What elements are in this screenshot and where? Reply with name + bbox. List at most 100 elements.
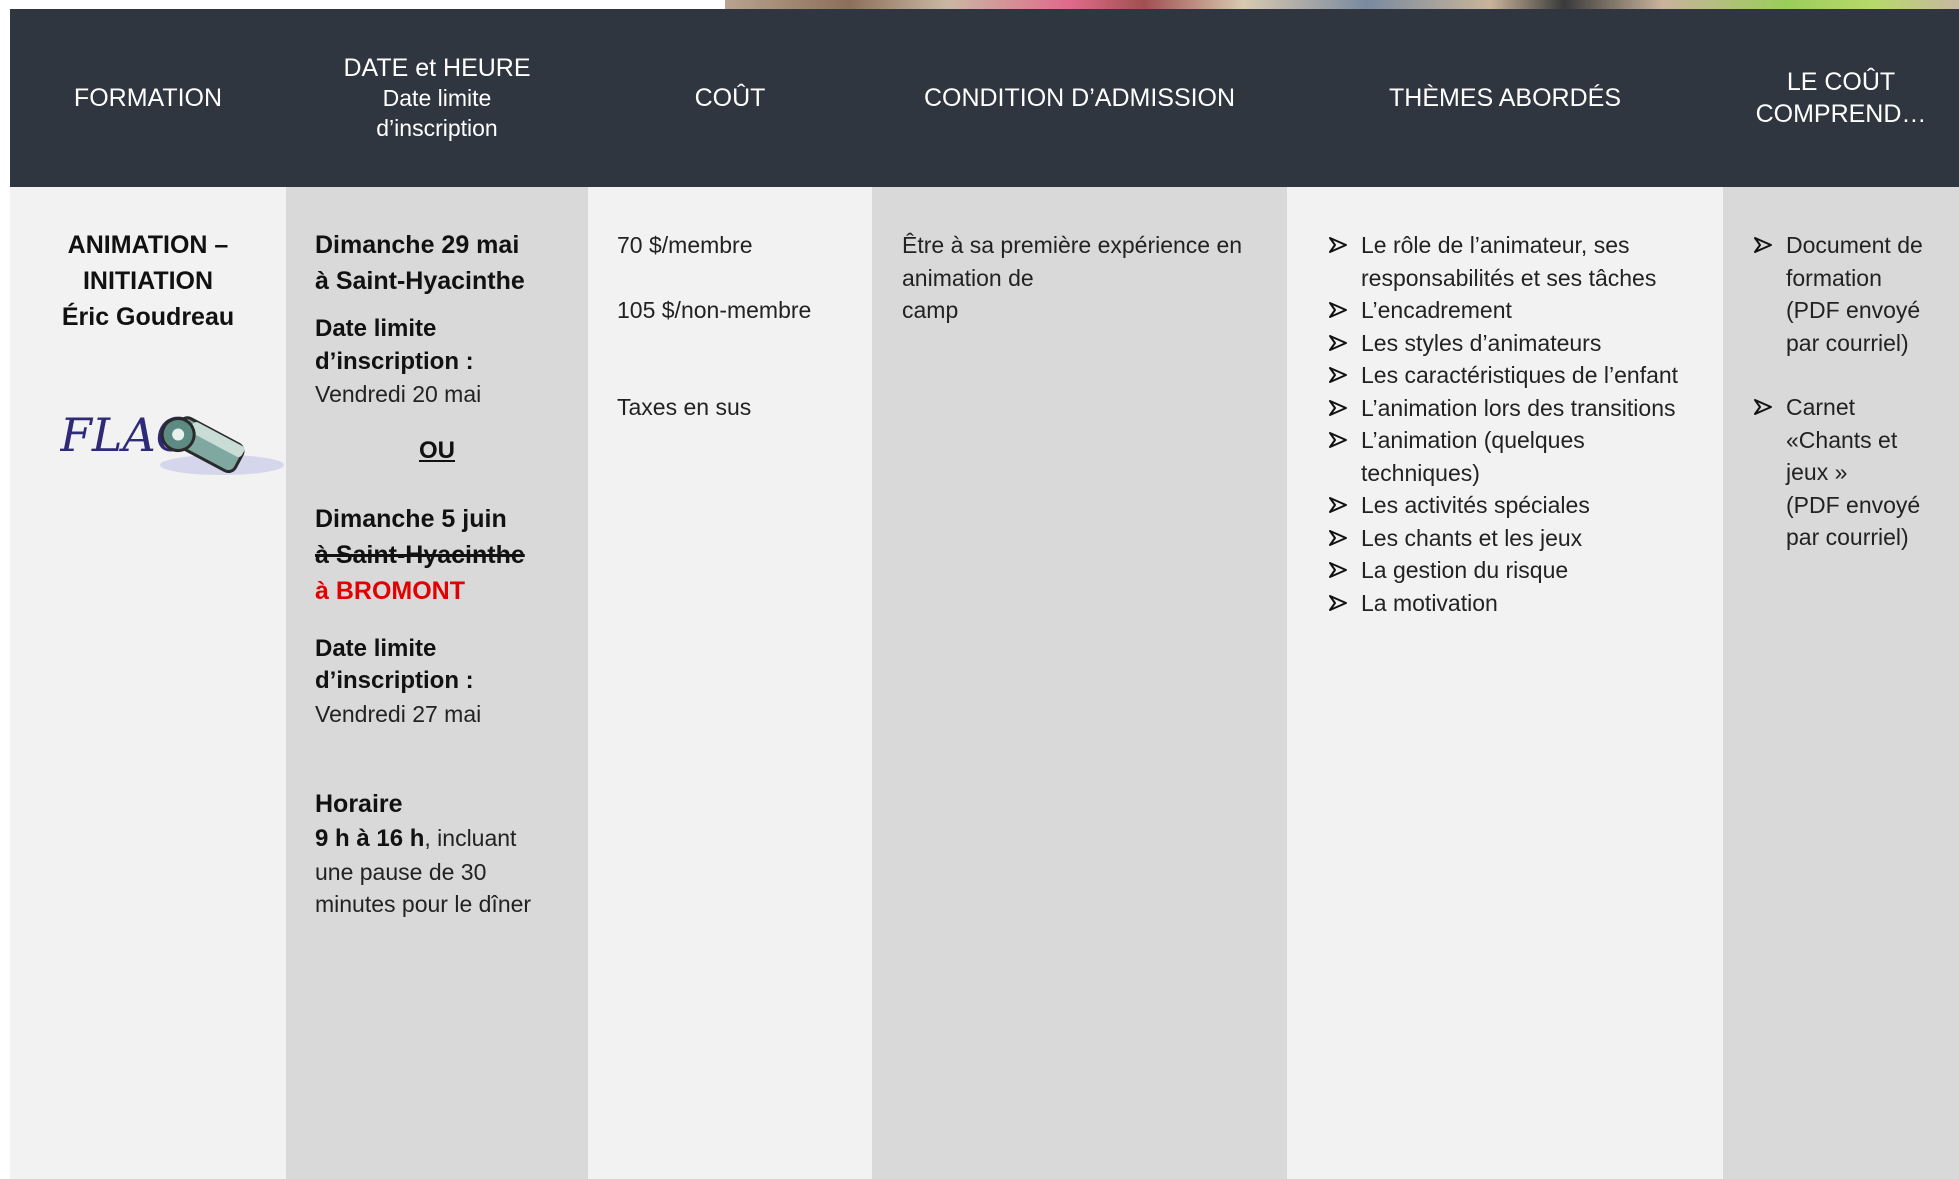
arrow-bullet-icon	[1329, 529, 1347, 546]
arrow-bullet-icon	[1329, 497, 1347, 513]
deadline2-label-line2: d’inscription :	[315, 667, 474, 694]
arrow-bullet-icon	[1329, 399, 1347, 416]
schedule-rest-line3: minutes pour le dîner	[315, 891, 532, 917]
include-item1-line1: Document de	[1786, 232, 1923, 258]
column-condition: Être à sa première expérience en animati…	[872, 187, 1287, 1179]
list-item: Les chants et les jeux	[1328, 522, 1723, 555]
training-table: FORMATION DATE et HEURE Date limite d’in…	[10, 9, 1959, 1179]
column-formation: ANIMATION – INITIATION Éric Goudreau FLA…	[10, 187, 286, 1179]
deadline1-label-line1: Date limite	[315, 315, 437, 342]
theme-item-7: Les chants et les jeux	[1361, 524, 1583, 551]
include-item2-line5: par courriel)	[1786, 524, 1909, 550]
session1-date: Dimanche 29 mai	[315, 231, 520, 259]
header-date-sub2: d’inscription	[376, 115, 498, 142]
list-item: Les activités spéciales	[1328, 489, 1723, 522]
cost-member: 70 $/membre	[617, 232, 753, 258]
theme-item-1: L’encadrement	[1361, 297, 1512, 323]
header-date-label: DATE et HEURE	[343, 53, 531, 82]
header-themes: THÈMES ABORDÉS	[1287, 9, 1723, 187]
session2-new-place: à BROMONT	[315, 576, 465, 605]
include-item2-line4: (PDF envoyé	[1786, 491, 1921, 518]
header-date-sub1: Date limite	[382, 85, 492, 112]
arrow-bullet-icon	[1754, 399, 1772, 415]
list-item: Carnet «Chants et jeux » (PDF envoyé par…	[1753, 391, 1953, 554]
list-item: Les styles d’animateurs	[1328, 327, 1723, 360]
deadline2-value: Vendredi 27 mai	[315, 700, 482, 727]
schedule-block: Horaire 9 h à 16 h, incluant une pause d…	[315, 786, 585, 921]
header-includes: LE COÛT COMPREND…	[1723, 9, 1959, 187]
list-item: Les caractéristiques de l’enfant	[1328, 359, 1723, 392]
formation-title: ANIMATION – INITIATION	[10, 227, 286, 299]
arrow-bullet-icon	[1329, 594, 1347, 611]
themes-list: Le rôle de l’animateur, ses responsabilit…	[1328, 229, 1723, 619]
theme-item-5-line2: techniques)	[1361, 459, 1480, 486]
cost-taxes: Taxes en sus	[617, 394, 752, 420]
cost-content: 70 $/membre 105 $/non-membre Taxes en su…	[617, 229, 867, 424]
include-item1-line3: (PDF envoyé	[1786, 297, 1921, 323]
condition-line3: camp	[902, 297, 959, 323]
theme-item-8: La gestion du risque	[1361, 557, 1569, 583]
session2-old-place: à Saint-Hyacinthe	[315, 540, 525, 569]
formation-title-line2: INITIATION	[82, 267, 214, 295]
list-item: La motivation	[1328, 587, 1723, 620]
arrow-bullet-icon	[1329, 237, 1347, 253]
arrow-bullet-icon	[1329, 432, 1347, 448]
header-date: DATE et HEURE Date limite d’inscription	[286, 9, 588, 187]
arrow-bullet-icon	[1329, 367, 1347, 383]
arrow-bullet-icon	[1329, 334, 1347, 351]
deadline1-block: Date limite d’inscription : Vendredi 20 …	[315, 313, 585, 411]
schedule-rest-line1: , incluant	[424, 825, 517, 851]
include-item2-line3: jeux »	[1786, 459, 1848, 485]
header-condition-label: CONDITION D’ADMISSION	[923, 83, 1236, 112]
theme-item-2: Les styles d’animateurs	[1361, 329, 1602, 356]
include-item2-line1: Carnet	[1786, 394, 1856, 420]
deadline2-label-line1: Date limite	[315, 634, 437, 662]
dates-content: Dimanche 29 mai à Saint-Hyacinthe Date l…	[315, 227, 585, 921]
deadline1-label-line2: d’inscription :	[315, 347, 474, 375]
list-item: L’animation lors des transitions	[1328, 392, 1723, 425]
schedule-hours: 9 h à 16 h	[315, 825, 425, 852]
list-item: L’animation (quelques techniques)	[1328, 424, 1723, 489]
deadline1-value: Vendredi 20 mai	[315, 381, 482, 407]
session2-date: Dimanche 5 juin	[315, 504, 507, 533]
theme-item-3: Les caractéristiques de l’enfant	[1361, 362, 1679, 388]
theme-item-6: Les activités spéciales	[1361, 492, 1590, 518]
list-item: Le rôle de l’animateur, ses responsabilit…	[1328, 229, 1723, 294]
header-includes-line2: COMPREND…	[1755, 100, 1927, 128]
session1: Dimanche 29 mai à Saint-Hyacinthe	[315, 227, 585, 299]
schedule-rest-line2: une pause de 30	[315, 858, 487, 885]
flac-logo: FLAC	[59, 397, 292, 483]
arrow-bullet-icon	[1754, 237, 1772, 253]
header-formation-label: FORMATION	[73, 83, 223, 112]
arrow-bullet-icon	[1329, 302, 1347, 318]
includes-list: Document de formation (PDF envoyé par co…	[1753, 229, 1953, 554]
header-includes-line1: LE COÛT	[1786, 67, 1896, 96]
table-header-row: FORMATION DATE et HEURE Date limite d’in…	[10, 9, 1959, 187]
column-includes: Document de formation (PDF envoyé par co…	[1723, 187, 1959, 1179]
flac-whistle-icon: FLAC	[59, 408, 284, 475]
theme-item-0-line2: responsabilités et ses tâches	[1361, 264, 1657, 291]
theme-item-4: L’animation lors des transitions	[1361, 394, 1676, 421]
list-item: L’encadrement	[1328, 294, 1723, 327]
header-condition: CONDITION D’ADMISSION	[872, 9, 1287, 187]
column-dates: Dimanche 29 mai à Saint-Hyacinthe Date l…	[286, 187, 588, 1179]
or-separator: OU	[419, 436, 455, 464]
deadline2-block: Date limite d’inscription : Vendredi 27 …	[315, 633, 585, 731]
header-formation: FORMATION	[10, 9, 286, 187]
arrow-bullet-icon	[1329, 562, 1347, 578]
column-cost: 70 $/membre 105 $/non-membre Taxes en su…	[588, 187, 872, 1179]
include-item2-line2: «Chants et	[1786, 426, 1898, 453]
banner-photo-strip	[725, 0, 1959, 9]
list-item: Document de formation (PDF envoyé par co…	[1753, 229, 1953, 359]
header-cost-label: COÛT	[694, 83, 766, 112]
header-cost: COÛT	[588, 9, 872, 187]
list-item: La gestion du risque	[1328, 554, 1723, 587]
instructor-name: Éric Goudreau	[61, 303, 235, 331]
include-item1-line4: par courriel)	[1786, 329, 1909, 356]
cost-non-member: 105 $/non-membre	[617, 296, 812, 323]
schedule-label: Horaire	[315, 790, 403, 818]
session1-place: à Saint-Hyacinthe	[315, 267, 525, 295]
theme-item-9: La motivation	[1361, 589, 1498, 616]
header-themes-label: THÈMES ABORDÉS	[1389, 83, 1621, 112]
condition-line1: Être à sa première expérience en	[902, 232, 1243, 258]
